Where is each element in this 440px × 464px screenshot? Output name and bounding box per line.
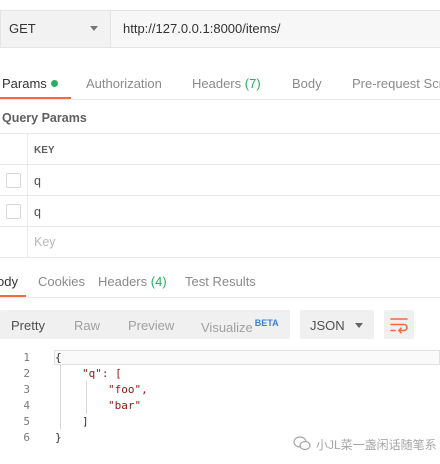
tab-response-headers-label: Headers [98, 274, 148, 289]
indent-guide [60, 365, 61, 429]
table-border [0, 195, 440, 196]
view-visualize-label: Visualize [201, 320, 253, 335]
param-checkbox[interactable] [6, 204, 21, 219]
tab-body[interactable]: Body [292, 76, 322, 91]
divider [0, 297, 440, 298]
code-line: { [55, 351, 62, 364]
wechat-icon [293, 436, 311, 456]
tab-headers-count: (7) [244, 76, 261, 91]
param-key-cell[interactable]: q [34, 205, 41, 219]
param-key-cell[interactable]: q [34, 174, 41, 188]
tab-response-body[interactable]: ody [0, 274, 18, 289]
wrap-lines-icon [390, 318, 408, 334]
table-border [0, 257, 440, 258]
tab-cookies[interactable]: Cookies [38, 274, 85, 289]
wrap-lines-button[interactable] [384, 310, 414, 339]
format-label: JSON [310, 318, 345, 333]
code-line: } [55, 431, 62, 444]
view-preview[interactable]: Preview [128, 318, 174, 333]
chevron-down-icon [355, 323, 363, 328]
code-line: "q": [ [82, 367, 122, 380]
chevron-down-icon[interactable] [90, 26, 98, 31]
line-number: 5 [23, 415, 30, 428]
line-number: 1 [23, 351, 30, 364]
tab-headers[interactable]: Headers (7) [192, 76, 261, 91]
tab-headers-label: Headers [192, 76, 242, 91]
method-label: GET [9, 21, 36, 36]
indent-guide [86, 381, 87, 414]
column-header-key: KEY [34, 145, 55, 156]
table-border [0, 133, 440, 134]
status-dot-icon [50, 80, 58, 87]
param-checkbox[interactable] [6, 173, 21, 188]
tab-authorization[interactable]: Authorization [86, 76, 162, 91]
tab-pre-request-script[interactable]: Pre-request Scri [352, 76, 440, 91]
tab-params[interactable]: Params [2, 76, 58, 91]
line-number: 4 [23, 399, 30, 412]
code-line: "bar" [108, 399, 142, 412]
view-visualize[interactable]: Visualize BETA [201, 318, 279, 335]
url-text: http://127.0.0.1:8000/items/ [123, 21, 281, 36]
param-key-placeholder[interactable]: Key [34, 235, 56, 249]
tab-response-headers-count: (4) [150, 274, 167, 289]
tab-response-headers[interactable]: Headers (4) [98, 274, 167, 289]
line-number: 6 [23, 431, 30, 444]
beta-badge: BETA [254, 318, 279, 328]
line-number: 3 [23, 383, 30, 396]
current-line-highlight [54, 350, 440, 365]
table-border [0, 164, 440, 165]
tab-test-results[interactable]: Test Results [185, 274, 256, 289]
view-pretty[interactable]: Pretty [11, 318, 45, 333]
code-line: "foo", [108, 383, 148, 396]
tab-params-label: Params [2, 76, 47, 91]
line-number: 2 [23, 367, 30, 380]
view-raw[interactable]: Raw [74, 318, 100, 333]
query-params-title: Query Params [2, 111, 87, 125]
code-line: ] [82, 415, 89, 428]
table-border [0, 226, 440, 227]
watermark-text: 小JL菜一盏闲话随笔系 [316, 438, 437, 452]
divider [0, 99, 440, 100]
